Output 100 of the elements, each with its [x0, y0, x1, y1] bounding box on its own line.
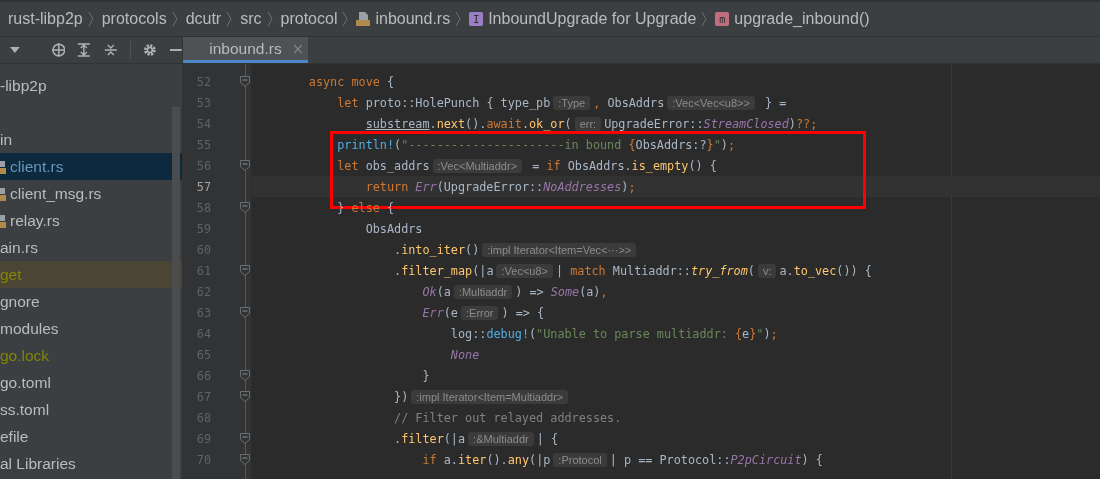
breadcrumb-item[interactable]: protocols [101, 10, 167, 28]
chevron-icon [342, 11, 349, 27]
code-text: .into_iter() [394, 242, 480, 257]
badge-icon: I [469, 12, 484, 26]
tree-row[interactable]: client.rs [0, 153, 182, 180]
collapse-all-icon[interactable] [104, 43, 118, 57]
fold-icon[interactable] [240, 265, 250, 276]
chevron-icon [87, 11, 94, 27]
code-text: ) => Some(a), [515, 284, 608, 299]
settings-icon[interactable] [142, 43, 157, 57]
tree-item-label: efile [0, 427, 29, 446]
code-text: substream.next().await.ok_or( [365, 116, 572, 131]
inlay-hint: :impl Iterator<Item=Vec<···>> [482, 242, 637, 257]
tree-item-label: modules [0, 319, 59, 338]
breadcrumb-item[interactable]: inbound.rs [375, 10, 451, 28]
tree-item-label: go.lock [0, 346, 50, 365]
tree-item-label: in [0, 130, 13, 149]
tree-row[interactable]: relay.rs [0, 207, 182, 234]
fold-icon[interactable] [240, 454, 250, 465]
code-text: | p == Protocol::P2pCircuit) { [609, 452, 823, 467]
minimize-icon[interactable] [170, 49, 182, 51]
code-text: Ok(a [422, 284, 451, 299]
fold-icon[interactable] [240, 307, 250, 318]
tree-row[interactable]: -libp2p [0, 72, 182, 99]
breadcrumb-item[interactable]: src [240, 10, 262, 28]
dropdown-caret-icon[interactable] [10, 47, 20, 53]
code-text: } else { [337, 200, 395, 215]
chevron-icon [266, 11, 273, 27]
code-text: .filter(|a [394, 431, 466, 446]
tree-item-label: ss.toml [0, 400, 50, 419]
code-text: return Err(UpgradeError::NoAddresses); [365, 179, 636, 194]
code-text: a.to_vec()) { [779, 263, 872, 278]
code-text: | match Multiaddr::try_from( [556, 263, 755, 278]
expand-all-icon[interactable] [77, 43, 92, 57]
code-text: async move { [308, 74, 395, 89]
fold-icon[interactable] [240, 391, 250, 402]
tree-item-label: client_msg.rs [10, 184, 102, 203]
code-text: ObsAddrs [365, 221, 423, 236]
code-text: = if ObsAddrs.is_empty() { [531, 158, 717, 173]
code-text: let obs_addrs [337, 158, 430, 173]
crosshair-icon[interactable] [51, 43, 66, 57]
code-text: None [450, 347, 480, 362]
tree-item-label: al Libraries [0, 454, 76, 473]
code-text: println!("----------------------in bound {ObsAddrs:?}"); [337, 137, 735, 152]
code-text: } = [764, 95, 787, 110]
code-text: } [422, 368, 430, 383]
code-text: // Filter out relayed addresses. [394, 410, 622, 425]
rust-file-icon [356, 11, 371, 27]
code-text: if a.iter().any(|p [422, 452, 551, 467]
close-icon[interactable] [293, 44, 302, 53]
inlay-hint: err: [574, 116, 602, 131]
fold-icon[interactable] [240, 433, 250, 444]
fold-icon[interactable] [240, 370, 250, 381]
inlay-hint: :Multiaddr [453, 284, 513, 299]
code-text: Err(e [422, 305, 458, 320]
breadcrumb-item[interactable]: protocol [280, 10, 338, 28]
rust-file-icon [0, 185, 6, 202]
tree-row[interactable]: ss.toml [0, 396, 182, 423]
chevron-icon [226, 11, 233, 27]
code-text: .filter_map(|a [394, 263, 494, 278]
inlay-hint: :impl Iterator<Item=Multiaddr> [411, 389, 569, 404]
breadcrumb-item[interactable]: InboundUpgrade for Upgrade [488, 10, 697, 28]
tree-row[interactable]: al Libraries [0, 450, 182, 477]
breadcrumb-item[interactable]: rust-libp2p [8, 10, 83, 28]
code-text: | { [536, 431, 559, 446]
tree-item-label: -libp2p [0, 76, 47, 95]
tree-row[interactable]: ain.rs [0, 234, 182, 261]
tree-item-label: get [0, 265, 22, 284]
tree-row[interactable]: client_msg.rs [0, 180, 182, 207]
code-text: log::debug!("Unable to parse multiaddr: {e}"); [450, 326, 778, 341]
tree-row[interactable]: gnore [0, 288, 182, 315]
inlay-hint: :Vec<Multiaddr> [432, 158, 523, 173]
tree-row[interactable]: modules [0, 315, 182, 342]
inlay-hint: :Type [553, 95, 591, 110]
code-text: }) [394, 389, 409, 404]
fold-icon[interactable] [240, 160, 250, 171]
code-text: let proto::HolePunch { type_pb [337, 95, 551, 110]
tree-row[interactable]: go.toml [0, 369, 182, 396]
fold-icon[interactable] [240, 76, 250, 87]
rust-file-icon [0, 158, 6, 175]
breadcrumb-item[interactable]: upgrade_inbound() [734, 10, 870, 28]
code-text: , ObsAddrs [593, 95, 665, 110]
inlay-hint: :&Multiaddr [468, 431, 534, 446]
tree-item-label: relay.rs [10, 211, 60, 230]
badge-icon: m [715, 12, 730, 26]
tree-row[interactable]: in [0, 126, 182, 153]
fold-icon[interactable] [240, 202, 250, 213]
inlay-hint: :Vec<u8> [496, 263, 553, 278]
chevron-icon [455, 11, 462, 27]
tree-item-label: ain.rs [0, 238, 38, 257]
inlay-hint: v: [757, 263, 777, 278]
file-tab[interactable]: inbound.rs [183, 37, 308, 63]
line-number: 57 [195, 179, 211, 194]
tree-row[interactable]: efile [0, 423, 182, 450]
tree-item-label: client.rs [10, 157, 64, 176]
inlay-hint: :Protocol [553, 452, 607, 467]
scrollbar[interactable] [172, 107, 180, 479]
breadcrumb-item[interactable]: dcutr [185, 10, 222, 28]
chevron-icon [171, 11, 178, 27]
chevron-icon [701, 11, 708, 27]
